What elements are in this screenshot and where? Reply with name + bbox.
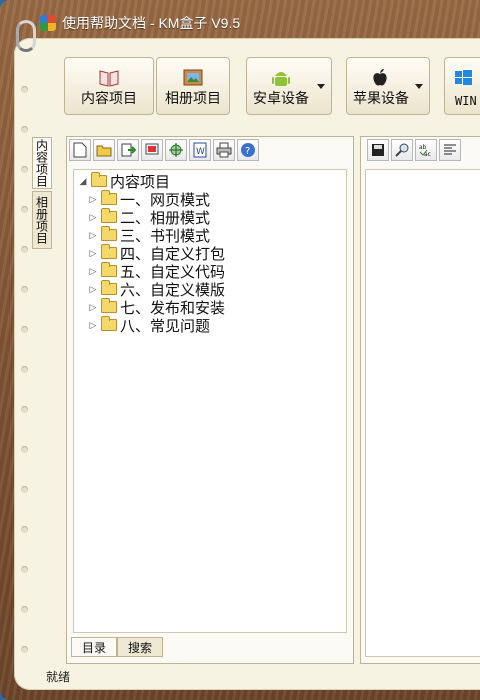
tree-root-node[interactable]: ◢ 内容项目 <box>78 172 170 191</box>
tree-item[interactable]: ▷ 七、发布和安装 <box>88 298 225 317</box>
tree-item-label: 八、常见问题 <box>120 317 211 335</box>
tree-item[interactable]: ▷ 三、书刊模式 <box>88 226 210 245</box>
editor-toolbar: ab ac <box>367 139 461 163</box>
binder-hole <box>21 446 28 453</box>
open-folder-icon[interactable] <box>93 139 115 161</box>
collapsed-arrow-icon[interactable]: ▷ <box>88 194 98 205</box>
folder-icon <box>101 244 117 259</box>
spellcheck-icon[interactable]: ab ac <box>415 139 437 161</box>
folder-icon <box>101 208 117 223</box>
export-icon[interactable] <box>141 139 163 161</box>
binder-hole <box>21 526 28 533</box>
find-icon[interactable] <box>391 139 413 161</box>
folder-icon <box>101 262 117 277</box>
binder-hole <box>21 366 28 373</box>
binder-ring <box>16 20 36 52</box>
expanded-arrow-icon[interactable]: ◢ <box>78 176 88 187</box>
target-icon[interactable] <box>165 139 187 161</box>
binder-hole <box>21 326 28 333</box>
android-device-label: 安卓设备 <box>253 90 309 106</box>
apple-device-button[interactable]: 苹果设备 <box>346 57 430 115</box>
import-icon[interactable] <box>117 139 139 161</box>
tree-toolbar: W ? <box>69 139 259 163</box>
binder-hole <box>21 566 28 573</box>
collapsed-arrow-icon[interactable]: ▷ <box>88 320 98 331</box>
window-title: 使用帮助文档 - KM盒子 V9.5 <box>62 15 241 31</box>
binder-hole <box>21 606 28 613</box>
content-project-label: 内容项目 <box>81 90 137 106</box>
collapsed-arrow-icon[interactable]: ▷ <box>88 266 98 277</box>
windows-device-button[interactable]: WIN <box>444 57 480 115</box>
title-bar: 使用帮助文档 - KM盒子 V9.5 <box>40 8 240 38</box>
save-icon[interactable] <box>367 139 389 161</box>
picture-frame-icon <box>183 69 203 86</box>
collapsed-arrow-icon[interactable]: ▷ <box>88 230 98 241</box>
album-project-label: 相册项目 <box>165 90 221 106</box>
tab-directory[interactable]: 目录 <box>71 637 117 657</box>
android-icon <box>271 72 290 86</box>
content-tree-panel: W ? ◢ 内容项目 ▷ 一、网页模式 ▷ 二、相册模式 ▷ 三、书刊模式 ▷ … <box>66 136 354 664</box>
svg-text:W: W <box>196 147 205 157</box>
binder-hole <box>21 646 28 653</box>
editor-area[interactable] <box>365 169 480 657</box>
word-icon[interactable]: W <box>189 139 211 161</box>
svg-text:?: ? <box>245 146 250 157</box>
tree-item[interactable]: ▷ 八、常见问题 <box>88 316 211 335</box>
app-logo-icon <box>40 15 56 31</box>
tree-item[interactable]: ▷ 四、自定义打包 <box>88 244 225 263</box>
align-left-icon[interactable] <box>439 139 461 161</box>
chevron-down-icon[interactable] <box>415 84 423 89</box>
binder-hole <box>21 286 28 293</box>
help-icon[interactable]: ? <box>237 139 259 161</box>
collapsed-arrow-icon[interactable]: ▷ <box>88 212 98 223</box>
folder-icon <box>101 280 117 295</box>
apple-device-label: 苹果设备 <box>353 90 409 106</box>
binder-hole <box>21 486 28 493</box>
binder-hole <box>21 166 28 173</box>
windows-icon <box>455 70 472 85</box>
print-icon[interactable] <box>213 139 235 161</box>
new-document-icon[interactable] <box>69 139 91 161</box>
content-project-button[interactable]: 内容项目 <box>64 57 154 115</box>
collapsed-arrow-icon[interactable]: ▷ <box>88 248 98 259</box>
editor-panel: ab ac <box>360 136 480 664</box>
apple-icon <box>373 69 387 86</box>
binder-hole <box>21 126 28 133</box>
folder-icon <box>101 316 117 331</box>
tree-item[interactable]: ▷ 二、相册模式 <box>88 208 210 227</box>
collapsed-arrow-icon[interactable]: ▷ <box>88 302 98 313</box>
content-tree: ◢ 内容项目 ▷ 一、网页模式 ▷ 二、相册模式 ▷ 三、书刊模式 ▷ 四、自定… <box>73 169 347 633</box>
windows-device-label: WIN <box>455 94 477 108</box>
tree-item[interactable]: ▷ 六、自定义模版 <box>88 280 225 299</box>
tab-search[interactable]: 搜索 <box>117 637 163 657</box>
folder-icon <box>91 172 107 187</box>
tree-item[interactable]: ▷ 一、网页模式 <box>88 190 210 209</box>
tab-album-project[interactable]: 相册项目 <box>32 191 52 249</box>
binder-hole <box>21 406 28 413</box>
album-project-button[interactable]: 相册项目 <box>156 57 230 115</box>
status-text: 就绪 <box>46 670 71 684</box>
binder-hole <box>21 246 28 253</box>
open-book-icon <box>99 70 119 87</box>
svg-text:ab: ab <box>419 144 427 151</box>
folder-icon <box>101 298 117 313</box>
tree-item[interactable]: ▷ 五、自定义代码 <box>88 262 225 281</box>
folder-icon <box>101 226 117 241</box>
tab-content-project[interactable]: 内容项目 <box>32 137 52 189</box>
binder-hole <box>21 86 28 93</box>
binder-hole <box>21 206 28 213</box>
collapsed-arrow-icon[interactable]: ▷ <box>88 284 98 295</box>
android-device-button[interactable]: 安卓设备 <box>246 57 332 115</box>
chevron-down-icon[interactable] <box>317 84 325 89</box>
folder-icon <box>101 190 117 205</box>
